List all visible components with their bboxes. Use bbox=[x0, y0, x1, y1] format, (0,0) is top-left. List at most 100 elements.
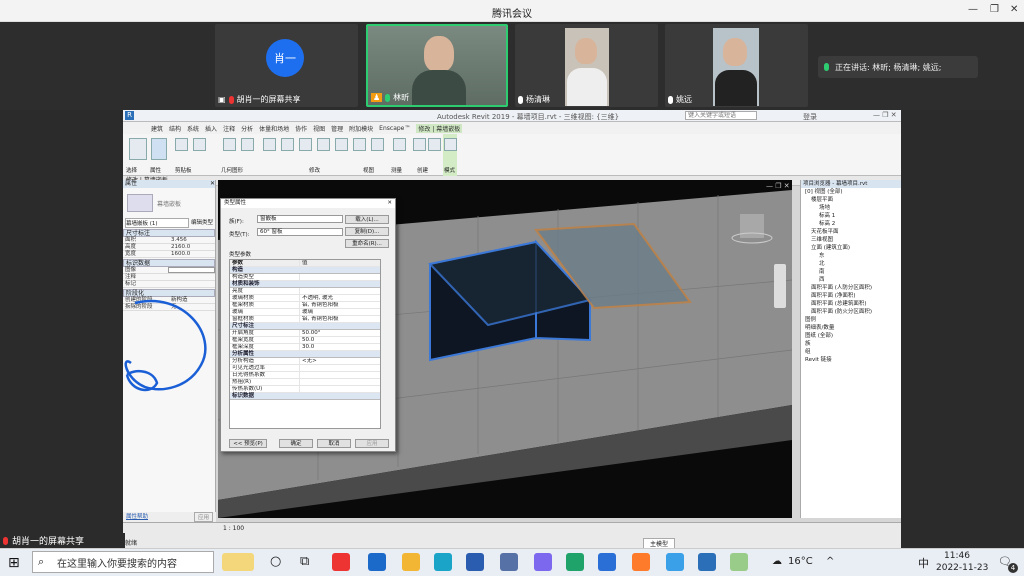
align-icon[interactable] bbox=[263, 138, 276, 151]
tab-manage[interactable]: 管理 bbox=[331, 124, 343, 133]
type-params-table: 参数值 构造 构造类型 材质和装饰 亮度 玻璃材质 不透明, 玻光 框架材质 铝, … bbox=[229, 259, 381, 429]
measure-icon[interactable] bbox=[413, 138, 426, 151]
ribbon-tabs: 建筑 结构 系统 插入 注释 分析 体量和场地 协作 视图 管理 附加模块 En… bbox=[123, 122, 901, 134]
panel-select[interactable]: 选择 bbox=[126, 166, 137, 174]
taskbar-search-input[interactable]: 在这里输入你要搜索的内容 bbox=[32, 551, 214, 573]
app-icon[interactable] bbox=[730, 553, 748, 571]
task-view-icon[interactable]: ⧉ bbox=[300, 554, 309, 569]
type-selector[interactable]: 幕墙嵌板 (1) bbox=[125, 218, 189, 228]
windows-start-icon[interactable]: ⊞ bbox=[8, 555, 20, 571]
participant-tile[interactable]: ♟ 林昕 bbox=[366, 24, 508, 107]
participant-label: ♟ 林昕 bbox=[371, 93, 410, 102]
rename-button[interactable]: 重命名(R)... bbox=[345, 239, 389, 248]
chrome-icon[interactable] bbox=[632, 553, 650, 571]
cancel-button[interactable]: 取消 bbox=[317, 439, 351, 448]
wps-icon[interactable] bbox=[332, 553, 350, 571]
taskbar-app-icon[interactable] bbox=[222, 553, 254, 571]
properties-help-link[interactable]: 属性帮助 bbox=[126, 512, 148, 522]
view-icon[interactable] bbox=[393, 138, 406, 151]
cortana-icon[interactable]: ○ bbox=[270, 554, 281, 569]
panel-clipboard: 剪贴板 bbox=[175, 168, 192, 174]
rotate-icon[interactable] bbox=[335, 138, 348, 151]
app-icon[interactable] bbox=[666, 553, 684, 571]
help-search-input[interactable]: 键入关键字或短语 bbox=[685, 111, 757, 120]
edge-icon[interactable] bbox=[434, 553, 452, 571]
tab-structure[interactable]: 结构 bbox=[169, 124, 181, 133]
tab-addins[interactable]: 附加模块 bbox=[349, 124, 373, 133]
wechat-icon[interactable] bbox=[566, 553, 584, 571]
minimize-icon[interactable]: — bbox=[968, 4, 978, 15]
mic-icon bbox=[824, 63, 829, 71]
move-icon[interactable] bbox=[317, 138, 330, 151]
panel-modify: 修改 bbox=[309, 168, 321, 174]
mic-icon bbox=[668, 95, 673, 104]
tab-annotate[interactable]: 注释 bbox=[223, 124, 235, 133]
trim-icon[interactable] bbox=[353, 138, 366, 151]
apply-button[interactable]: 应用 bbox=[193, 512, 213, 522]
family-select[interactable]: 窗嵌板 bbox=[257, 215, 343, 223]
preview-button[interactable]: << 预览(P) bbox=[229, 439, 267, 448]
revit-taskbar-icon[interactable] bbox=[698, 553, 716, 571]
close-icon[interactable]: ✕ bbox=[210, 180, 215, 188]
browser-header: 项目浏览器 - 幕墙项目.rvt bbox=[801, 180, 901, 188]
revit-logo-icon[interactable]: R bbox=[125, 111, 134, 120]
duplicate-button[interactable]: 复制(D)... bbox=[345, 227, 389, 236]
participant-tile[interactable]: 肖一 ▣ 胡肖一的屏幕共享 bbox=[215, 24, 358, 107]
mode-icon[interactable] bbox=[444, 138, 457, 151]
participant-tile[interactable]: 杨清琳 bbox=[515, 24, 658, 107]
viewport-controls[interactable]: — ❐ ✕ bbox=[766, 182, 790, 190]
clock-date[interactable]: 2022-11-23 bbox=[936, 563, 988, 573]
mirror-icon[interactable] bbox=[299, 138, 312, 151]
participant-tile[interactable]: 姚远 bbox=[665, 24, 808, 107]
ok-button[interactable]: 确定 bbox=[279, 439, 313, 448]
cad-icon[interactable] bbox=[466, 553, 484, 571]
offset-icon[interactable] bbox=[281, 138, 294, 151]
revit-title: Autodesk Revit 2019 - 幕墙项目.rvt - 三维视图: {… bbox=[437, 113, 620, 121]
video-face bbox=[575, 38, 597, 64]
cut-icon[interactable] bbox=[193, 138, 206, 151]
weather-temp[interactable]: 16°C bbox=[788, 556, 813, 567]
weather-icon[interactable]: ☁ bbox=[772, 556, 782, 567]
join-icon[interactable] bbox=[223, 138, 236, 151]
type-select[interactable]: 60° 窗板 bbox=[257, 228, 343, 236]
ime-indicator[interactable]: 中 bbox=[918, 555, 929, 571]
mail-icon[interactable] bbox=[368, 553, 386, 571]
clock-time[interactable]: 11:46 bbox=[944, 551, 970, 561]
load-button[interactable]: 载入(L)... bbox=[345, 215, 389, 224]
app-icon[interactable] bbox=[500, 553, 518, 571]
app-icon[interactable] bbox=[534, 553, 552, 571]
tab-insert[interactable]: 插入 bbox=[205, 124, 217, 133]
tab-modify-panel[interactable]: 修改 | 幕墙嵌板 bbox=[416, 123, 463, 133]
tab-enscape[interactable]: Enscape™ bbox=[379, 125, 410, 132]
close-icon[interactable]: ✕ bbox=[1010, 4, 1018, 15]
panel-view: 视图 bbox=[363, 168, 375, 174]
tray-chevron-icon[interactable]: ^ bbox=[826, 556, 834, 567]
array-icon[interactable] bbox=[371, 138, 384, 151]
pen-annotation bbox=[124, 299, 207, 392]
edit-type-button[interactable]: 编辑类型 bbox=[191, 218, 213, 228]
apply-button[interactable]: 应用 bbox=[355, 439, 389, 448]
window-controls[interactable]: — ❐ ✕ bbox=[873, 111, 897, 119]
video-face bbox=[723, 38, 747, 66]
view-scale[interactable]: 1 : 100 bbox=[223, 525, 244, 532]
share-indicator[interactable]: 胡肖一的屏幕共享 bbox=[0, 533, 125, 548]
tab-analyze[interactable]: 分析 bbox=[241, 124, 253, 133]
project-browser: 项目浏览器 - 幕墙项目.rvt [0] 视图 (全部) 楼层平面 场地 标高 … bbox=[800, 180, 901, 518]
cut-geometry-icon[interactable] bbox=[241, 138, 254, 151]
paste-icon[interactable] bbox=[175, 138, 188, 151]
restore-icon[interactable]: ❐ bbox=[990, 4, 999, 15]
properties-button[interactable] bbox=[151, 138, 167, 160]
user-login[interactable]: 登录 bbox=[803, 112, 817, 122]
tab-collaborate[interactable]: 协作 bbox=[295, 124, 307, 133]
panel-thumbnail-icon bbox=[127, 194, 153, 212]
tab-systems[interactable]: 系统 bbox=[187, 124, 199, 133]
mic-icon bbox=[518, 95, 523, 104]
close-icon[interactable]: ✕ bbox=[387, 199, 395, 208]
create-icon[interactable] bbox=[428, 138, 441, 151]
tab-architecture[interactable]: 建筑 bbox=[151, 124, 163, 133]
tab-view[interactable]: 视图 bbox=[313, 124, 325, 133]
meeting-icon[interactable] bbox=[598, 553, 616, 571]
tab-massing[interactable]: 体量和场地 bbox=[259, 124, 289, 133]
modify-tool-icon[interactable] bbox=[129, 138, 147, 160]
explorer-icon[interactable] bbox=[402, 553, 420, 571]
